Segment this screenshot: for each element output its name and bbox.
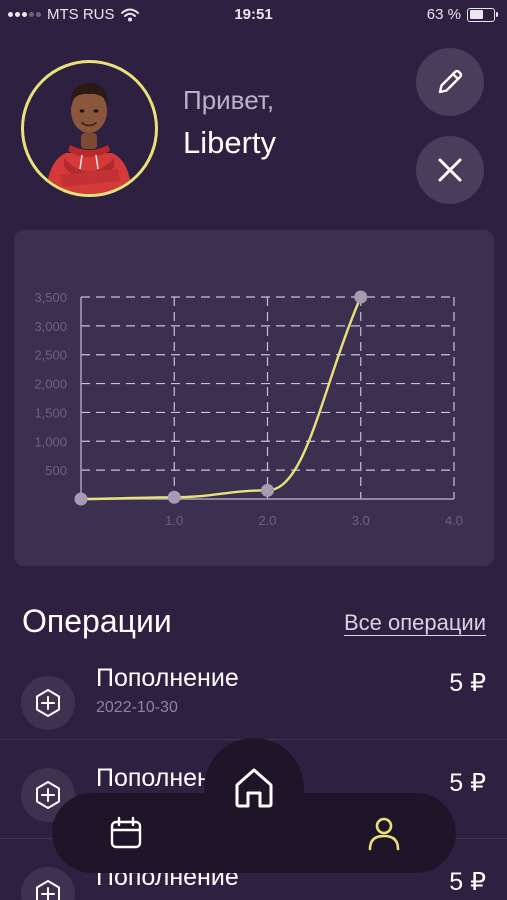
data-point	[167, 490, 181, 504]
series-line	[80, 296, 362, 501]
plus-circle-icon	[36, 781, 60, 809]
edit-button[interactable]	[416, 48, 484, 116]
x-tick-label: 1.0	[165, 513, 183, 528]
status-right: 63 %	[426, 6, 498, 23]
y-tick-label: 500	[45, 463, 67, 478]
y-tick-label: 1,500	[34, 405, 67, 420]
close-icon	[438, 158, 462, 182]
battery-fill	[469, 10, 483, 19]
avatar-image	[46, 83, 132, 194]
chart-line-layer	[80, 296, 362, 501]
pencil-icon	[438, 69, 463, 94]
user-name: Liberty	[183, 125, 277, 160]
plus-circle-icon	[36, 689, 60, 717]
balance-chart-card: 500 1,000 1,500 2,000 2,500 3,000 3,500 1.0 2.0 3…	[14, 230, 494, 566]
operation-icon	[21, 867, 75, 900]
operation-date: 2022-10-30	[96, 699, 178, 716]
data-point	[74, 492, 88, 506]
x-tick-label: 3.0	[352, 513, 370, 528]
operation-amount: 5 ₽	[449, 669, 486, 697]
y-tick-label: 1,000	[34, 434, 67, 449]
balance-chart: 500 1,000 1,500 2,000 2,500 3,000 3,500 1.0 2.0 3…	[34, 290, 463, 528]
y-tick-label: 3,000	[34, 319, 67, 334]
x-tick-label: 4.0	[445, 513, 463, 528]
x-tick-label: 2.0	[258, 513, 276, 528]
data-point	[354, 290, 368, 304]
y-tick-label: 2,000	[34, 377, 67, 392]
chart-grid	[81, 296, 455, 499]
greeting-text: Привет,	[183, 85, 275, 115]
operation-name: Пополнение	[96, 664, 239, 692]
operation-amount: 5 ₽	[449, 769, 486, 797]
y-tick-label: 3,500	[34, 290, 67, 305]
status-bar: MTS RUS 19:51 63 %	[0, 0, 507, 32]
avatar[interactable]	[21, 60, 158, 197]
data-point	[261, 483, 274, 497]
nav-profile-button[interactable]	[344, 793, 424, 873]
home-icon	[235, 768, 273, 808]
calendar-icon	[110, 816, 142, 849]
battery-icon	[467, 7, 498, 22]
nav-home-button[interactable]	[204, 738, 304, 838]
close-button[interactable]	[416, 136, 484, 204]
battery-percent: 63 %	[426, 6, 461, 23]
operation-amount: 5 ₽	[449, 868, 486, 896]
nav-calendar-button[interactable]	[86, 793, 166, 873]
y-tick-label: 2,500	[34, 348, 67, 363]
user-icon	[368, 817, 400, 851]
all-operations-link[interactable]: Все операции	[344, 610, 486, 636]
operation-icon	[21, 676, 75, 730]
plus-circle-icon	[36, 880, 60, 900]
operations-title: Операции	[22, 603, 172, 639]
